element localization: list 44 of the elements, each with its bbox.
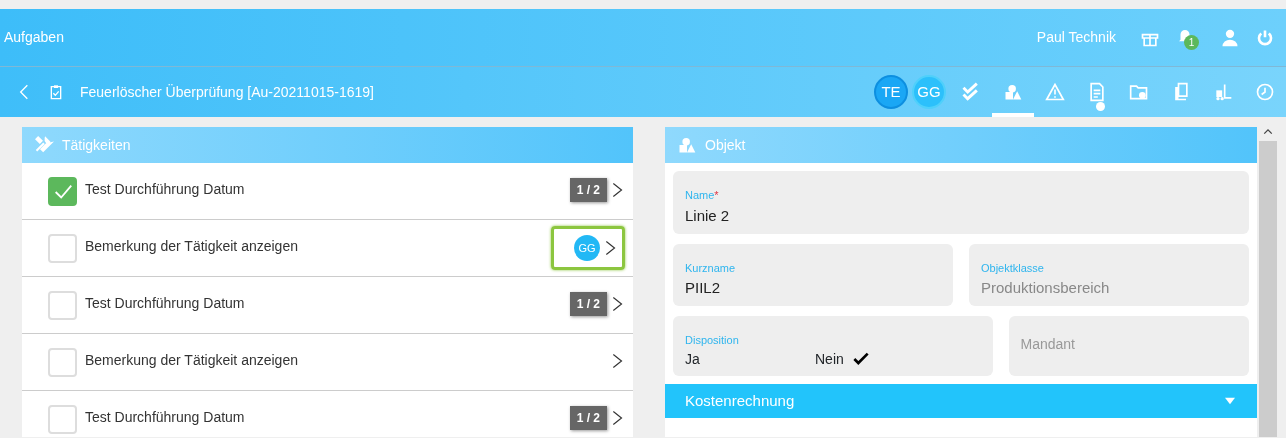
panel-title: Objekt	[705, 135, 746, 155]
notification-count: 1	[1184, 34, 1199, 50]
clipboard-check-icon	[48, 82, 64, 102]
caret-down-icon	[1223, 396, 1237, 406]
field-label: Disposition	[685, 333, 740, 348]
field-label: Name	[685, 188, 715, 203]
folder-icon	[1129, 82, 1149, 102]
document-icon	[1087, 82, 1107, 102]
required-mark: *	[714, 188, 719, 203]
activity-label[interactable]: Test Durchführung Datum	[85, 407, 245, 428]
tools-icon	[34, 135, 54, 155]
task-title: Feuerlöscher Überprüfung [Au-20211015-1619]	[80, 82, 374, 102]
user-icon[interactable]	[1220, 27, 1240, 48]
activity-label[interactable]: Bemerkung der Tätigkeit anzeigen	[85, 350, 298, 371]
app-title: Aufgaben	[4, 28, 64, 47]
scroll-up-icon[interactable]	[1263, 127, 1273, 137]
forklift-icon	[1213, 82, 1233, 102]
shapes-icon	[677, 135, 697, 155]
progress-count: 1 / 2	[569, 178, 607, 202]
assignee-avatar: GG	[574, 235, 600, 261]
form-field[interactable]: Kurzname PIIL2	[673, 243, 953, 306]
activity-label[interactable]: Test Durchführung Datum	[85, 293, 245, 314]
form-field[interactable]: Name* Linie 2	[673, 171, 1249, 234]
text-field[interactable]: PIIL2	[685, 277, 941, 300]
progress-count: 1 / 2	[569, 406, 607, 430]
option-label[interactable]: Ja	[685, 348, 700, 370]
form-field[interactable]: Mandant	[1008, 316, 1249, 376]
text-field[interactable]: Linie 2	[685, 204, 1237, 227]
checkbox[interactable]	[48, 177, 77, 206]
field-label: Objektklasse	[981, 260, 1045, 276]
double-check-icon	[961, 82, 981, 102]
scrollbar[interactable]	[1259, 127, 1277, 437]
text-field[interactable]: Mandant	[1020, 334, 1237, 355]
shapes-icon	[1003, 82, 1023, 102]
activity-label[interactable]: Test Durchführung Datum	[85, 179, 245, 200]
power-icon[interactable]	[1256, 28, 1274, 47]
progress-count: 1 / 2	[569, 292, 607, 316]
form-field[interactable]: Disposition Ja Nein	[673, 316, 993, 376]
field-label: Kurzname	[685, 260, 737, 276]
warning-icon	[1045, 82, 1065, 102]
clock-icon	[1255, 82, 1275, 102]
activity-label[interactable]: Bemerkung der Tätigkeit anzeigen	[85, 236, 298, 257]
panel-title: Tätigkeiten	[62, 135, 131, 155]
option-label[interactable]: Nein	[815, 348, 844, 370]
